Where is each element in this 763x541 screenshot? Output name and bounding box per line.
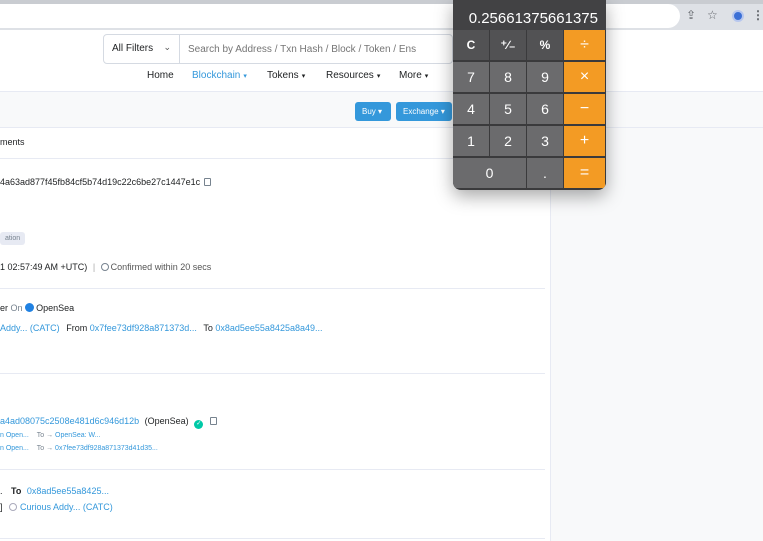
bookmark-star-icon[interactable]: ☆ [707,8,718,22]
filter-select[interactable]: All Filters ⌄ [104,35,180,63]
tokens-transferred-row: . To 0x8ad5ee55a8425... [0,486,109,496]
nav-more[interactable]: More ▾ [399,70,428,81]
calc-minus-button[interactable]: − [564,94,606,125]
calculator-display: 0.25661375661375 [453,0,606,30]
marketplace-name: OpenSea [36,303,75,313]
calc-clear-button[interactable]: C [453,30,490,61]
contract-label: (OpenSea) [144,416,189,426]
calc-0-button[interactable]: 0 [453,158,527,189]
buy-button[interactable]: Buy ▾ [355,102,391,121]
exchange-label: Exchange [403,107,439,116]
copy-icon[interactable] [204,178,212,186]
chevron-down-icon: ⌄ [163,42,171,52]
caret-icon: ▾ [243,73,247,80]
action-bar: Buy ▾ Exchange ▾ [0,92,763,128]
tx-hash-row: 4a63ad877f45fb84cf5b74d19c22c6be27c1447e… [0,177,212,187]
divider [0,538,545,539]
filter-label: All Filters [112,43,154,54]
nav-resources[interactable]: Resources ▾ [326,70,380,81]
divider [0,373,545,374]
to-label: To [203,323,213,333]
calc-2-button[interactable]: 2 [490,126,527,157]
calc-7-button[interactable]: 7 [453,62,490,93]
copy-icon[interactable] [209,417,217,425]
transfer-from-link[interactable]: n Open... [0,445,29,452]
browser-toolbar: ⇪ ☆ ⋮ [0,0,763,30]
calc-9-button[interactable]: 9 [527,62,564,93]
calculator-window[interactable]: 0.25661375661375 C ⁺∕₋ % ÷ 7 8 9 × 4 5 6… [453,0,606,190]
token-name-row: ] Curious Addy... (CATC) [0,502,113,512]
site-header: All Filters ⌄ Home Blockchain▾ Tokens▾ R… [0,30,763,92]
calc-plus-button[interactable]: + [564,126,606,157]
calc-multiply-button[interactable]: × [564,62,606,93]
clock-icon [100,263,109,271]
nav-tokens-label: Tokens [267,70,299,81]
separator: | [92,262,96,272]
tx-hash: 4a63ad877f45fb84cf5b74d19c22c6be27c1447e… [0,177,201,187]
interacted-with-row: a4ad08075c2508e481d6c946d12b (OpenSea) ✓ [0,416,217,429]
exchange-button[interactable]: Exchange ▾ [396,102,452,121]
token-link[interactable]: Addy... (CATC) [0,323,60,333]
transfer-to-label: To → [36,445,54,452]
caret-icon: ▾ [378,107,383,116]
from-address-link[interactable]: 0x7fee73df928a871373d... [90,323,197,333]
caret-icon: ▾ [301,73,306,80]
method-badge: ation [0,232,26,245]
nav-blockchain-label: Blockchain [192,70,241,81]
calc-3-button[interactable]: 3 [527,126,564,157]
divider [0,469,545,470]
token-name-link[interactable]: Curious Addy... (CATC) [20,502,113,512]
search-bar: All Filters ⌄ [103,34,453,64]
caret-icon: ▾ [440,107,445,116]
transfer-to-link[interactable]: 0x7fee73df928a871373d41d35... [55,445,158,452]
share-icon[interactable]: ⇪ [686,8,696,22]
calc-8-button[interactable]: 8 [490,62,527,93]
timestamp-row: 1 02:57:49 AM +UTC) | Confirmed within 2… [0,262,211,272]
calc-equals-button[interactable]: = [564,158,606,189]
verified-check-icon: ✓ [194,420,204,429]
to-address-link[interactable]: 0x8ad5ee55a8425a8a49... [215,323,322,333]
caret-icon: ▾ [424,73,429,80]
nav-blockchain[interactable]: Blockchain ▾ [192,70,247,81]
opensea-icon [25,303,35,312]
internal-transfer-row: n Open... To → OpenSea: W... [0,432,101,439]
action-on: On [10,303,23,313]
confirmed-status: Confirmed within 20 secs [110,262,212,272]
tokens-to-label: To [11,486,22,496]
tokens-bracket: ] [0,502,3,512]
token-icon [9,503,18,511]
contract-address-link[interactable]: a4ad08075c2508e481d6c946d12b [0,416,139,426]
transfer-from-link[interactable]: n Open... [0,432,29,439]
browser-menu-icon[interactable]: ⋮ [752,8,763,22]
calc-1-button[interactable]: 1 [453,126,490,157]
transfer-to-label: To → [36,432,54,439]
caret-icon: ▾ [376,73,381,80]
tokens-prefix: . [0,486,3,496]
nav-more-label: More [399,70,422,81]
tab-comments[interactable]: ments [0,137,25,147]
calc-percent-button[interactable]: % [527,30,564,61]
calc-divide-button[interactable]: ÷ [564,30,606,61]
calc-sign-button[interactable]: ⁺∕₋ [490,30,527,61]
action-prefix: er [0,303,9,313]
nav-resources-label: Resources [326,70,374,81]
timestamp: 1 02:57:49 AM +UTC) [0,262,88,272]
buy-label: Buy [362,107,376,116]
tokens-to-link[interactable]: 0x8ad5ee55a8425... [27,486,109,496]
from-label: From [66,323,88,333]
divider [0,288,545,289]
search-input[interactable] [180,35,452,63]
calc-decimal-button[interactable]: . [527,158,564,189]
action-row: er On OpenSea [0,303,74,313]
calc-4-button[interactable]: 4 [453,94,490,125]
token-transfer-row: Addy... (CATC) From 0x7fee73df928a871373… [0,323,322,333]
calc-6-button[interactable]: 6 [527,94,564,125]
nav-home[interactable]: Home [147,70,174,81]
transfer-to-link[interactable]: OpenSea: W... [55,432,101,439]
internal-transfer-row: n Open... To → 0x7fee73df928a871373d41d3… [0,445,158,452]
calc-5-button[interactable]: 5 [490,94,527,125]
nav-tokens[interactable]: Tokens ▾ [267,70,305,81]
extension-icon[interactable] [732,10,744,22]
